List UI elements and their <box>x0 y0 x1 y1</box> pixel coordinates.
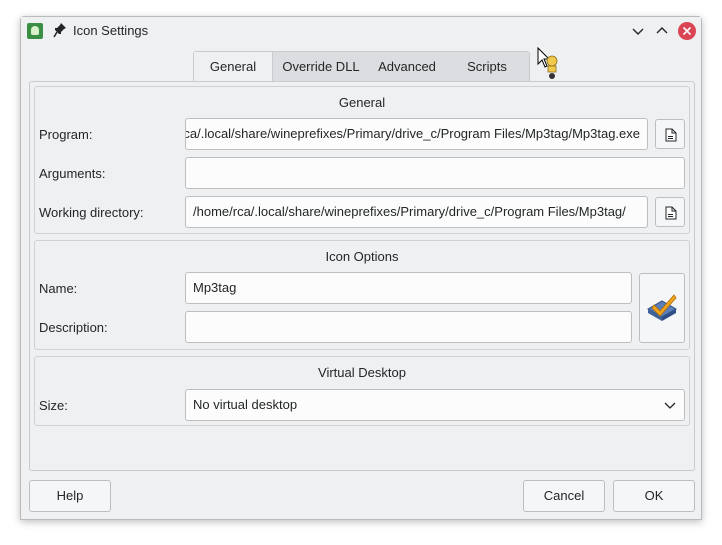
tab-advanced[interactable]: Advanced <box>369 52 445 81</box>
icon-options-group: Icon Options Name: Mp3tag Description: <box>34 240 690 350</box>
cancel-button[interactable]: Cancel <box>523 480 605 512</box>
icon-options-group-title: Icon Options <box>325 249 399 264</box>
close-button[interactable] <box>678 22 696 40</box>
description-field[interactable] <box>185 311 632 343</box>
size-label: Size: <box>39 398 68 413</box>
minimize-button[interactable] <box>629 22 647 40</box>
virtual-desktop-group-title: Virtual Desktop <box>318 365 406 380</box>
tab-general[interactable]: General <box>194 52 273 81</box>
help-button[interactable]: Help <box>29 480 111 512</box>
size-combobox[interactable]: No virtual desktop <box>185 389 685 421</box>
working-directory-field[interactable]: /home/rca/.local/share/wineprefixes/Prim… <box>185 196 648 228</box>
tab-bar: General Override DLL Advanced Scripts <box>193 51 530 81</box>
title-bar: Icon Settings <box>21 17 701 45</box>
tab-scripts[interactable]: Scripts <box>445 52 529 81</box>
general-group-title: General <box>338 95 386 110</box>
description-label: Description: <box>39 320 108 335</box>
icon-picker-button[interactable] <box>639 273 685 343</box>
working-directory-label: Working directory: <box>39 205 144 220</box>
name-label: Name: <box>39 281 78 296</box>
chevron-down-icon <box>664 402 676 409</box>
program-label: Program: <box>39 127 93 142</box>
window-title: Icon Settings <box>73 23 149 38</box>
ok-button[interactable]: OK <box>613 480 695 512</box>
virtual-desktop-group: Virtual Desktop Size: No virtual desktop <box>34 356 690 426</box>
arguments-field[interactable] <box>185 157 685 189</box>
mouse-cursor-icon <box>537 46 561 81</box>
program-browse-button[interactable] <box>655 119 685 149</box>
document-open-icon <box>665 206 677 220</box>
pin-icon[interactable] <box>53 22 67 38</box>
tab-override-dll[interactable]: Override DLL <box>273 52 369 81</box>
name-field[interactable]: Mp3tag <box>185 272 632 304</box>
working-directory-browse-button[interactable] <box>655 197 685 227</box>
document-open-icon <box>665 128 677 142</box>
size-combobox-value: No virtual desktop <box>193 397 298 412</box>
program-field[interactable]: /home/rca/.local/share/wineprefixes/Prim… <box>185 118 648 150</box>
maximize-button[interactable] <box>653 22 671 40</box>
general-group: General Program: /home/rca/.local/share/… <box>34 86 690 234</box>
wine-app-icon <box>27 23 43 39</box>
icon-settings-window: Icon Settings General Override DLL Advan… <box>20 16 702 520</box>
arguments-label: Arguments: <box>39 166 106 181</box>
general-tab-panel: General Program: /home/rca/.local/share/… <box>29 81 695 471</box>
mp3tag-checkmark-icon <box>646 294 678 321</box>
